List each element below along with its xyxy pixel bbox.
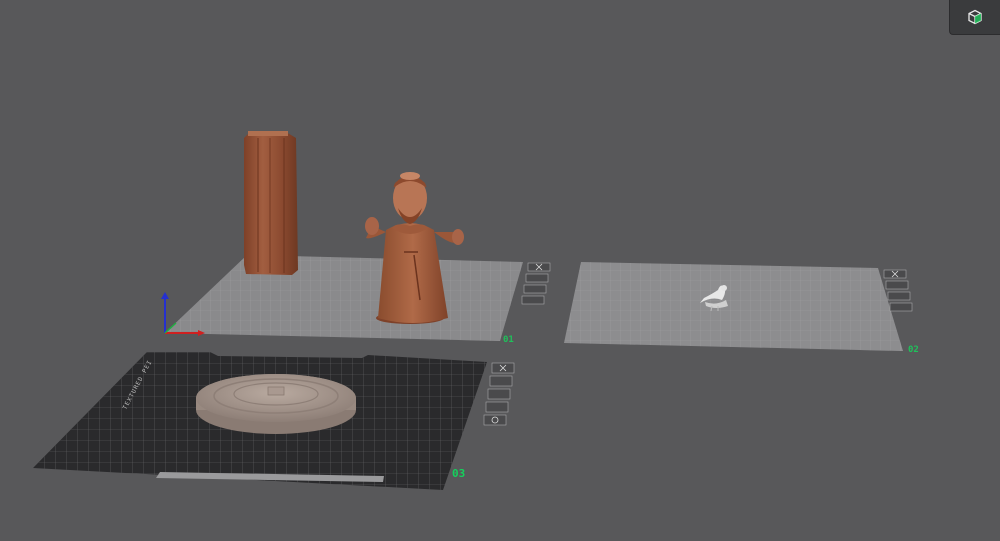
- plate-label: 02: [908, 345, 919, 355]
- lock-icon[interactable]: [889, 302, 913, 312]
- plate-02[interactable]: 02: [564, 262, 919, 355]
- plate-label: 03: [452, 467, 465, 480]
- lock-icon[interactable]: [485, 401, 509, 413]
- orient-icon[interactable]: [487, 388, 511, 400]
- arrange-icon[interactable]: [885, 280, 909, 290]
- lock-icon[interactable]: [521, 295, 545, 305]
- 3d-viewport[interactable]: 01 02 TEXTURED PEI 03: [0, 0, 1000, 541]
- orient-icon[interactable]: [523, 284, 547, 294]
- plate-01[interactable]: 01: [165, 255, 551, 345]
- scene-canvas[interactable]: 01 02 TEXTURED PEI 03: [0, 0, 1000, 541]
- plate-label: 01: [503, 335, 514, 345]
- plate-01-toolbar[interactable]: [521, 262, 551, 305]
- view-cube-button[interactable]: [949, 0, 1000, 35]
- arrange-icon[interactable]: [525, 273, 549, 283]
- arrange-icon[interactable]: [489, 375, 513, 387]
- settings-icon[interactable]: [483, 414, 507, 426]
- pillar-model[interactable]: [244, 131, 298, 275]
- plate-03-toolbar[interactable]: [483, 362, 515, 426]
- orient-icon[interactable]: [887, 291, 911, 301]
- round-base-model[interactable]: [196, 374, 356, 434]
- cube-icon: [968, 9, 982, 25]
